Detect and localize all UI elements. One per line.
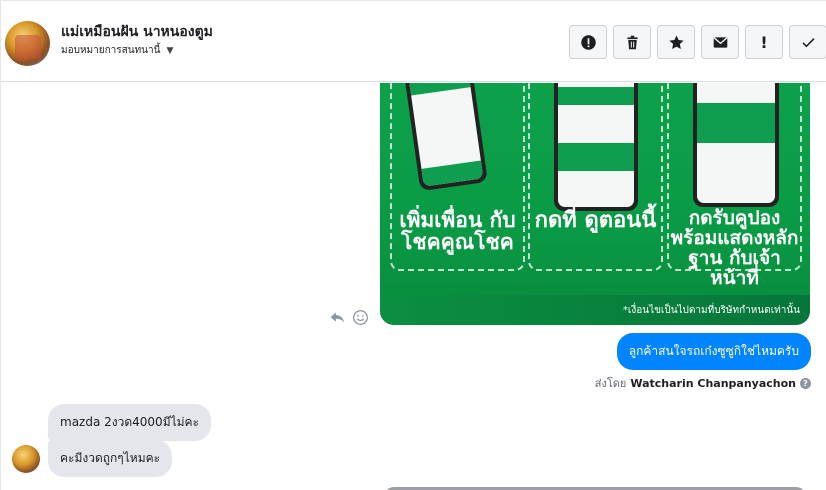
chevron-down-icon: ▼ (166, 45, 174, 56)
phone-illustration (404, 83, 488, 192)
mark-spam-button[interactable] (569, 25, 607, 59)
phone-illustration (554, 83, 638, 211)
delete-button[interactable] (613, 25, 651, 59)
incoming-message[interactable]: mazda 2งวด4000มีไม่คะ (48, 404, 212, 441)
promo-caption-2: กดที่ ดูตอนนี้ (534, 208, 657, 233)
help-icon[interactable]: ? (800, 377, 811, 389)
exclamation-icon: ! (760, 32, 768, 52)
contact-avatar[interactable] (5, 21, 50, 66)
trash-icon (626, 35, 638, 49)
message-thread[interactable]: เพิ่มเพื่อน กับโชคคูณโชค กดที่ ดูตอนนี้ … (1, 83, 826, 490)
sent-by-prefix: ส่งโดย (594, 377, 627, 390)
phone-illustration (693, 83, 779, 207)
alert-circle-icon (580, 34, 596, 50)
contact-name[interactable]: แม่เหมือนฝัน นาหนองตูม (61, 21, 213, 43)
mark-done-button[interactable] (789, 25, 826, 59)
promo-caption-1: เพิ่มเพื่อน กับโชคคูณโชค (399, 208, 516, 255)
star-button[interactable] (657, 25, 695, 59)
outgoing-message[interactable]: ลูกค้าสนใจรถเก๋งซูซูกิใช่ไหมครับ (616, 333, 811, 370)
header-actions: ! (569, 25, 826, 59)
assign-dropdown[interactable]: มอบหมายการสนทนานี้ ▼ (61, 43, 173, 58)
emoji-reaction-icon[interactable] (352, 309, 369, 326)
reply-icon[interactable] (329, 309, 346, 326)
envelope-icon (713, 36, 727, 48)
messenger-conversation-window: แม่เหมือนฝัน นาหนองตูม มอบหมายการสนทนานี… (0, 0, 826, 490)
promo-footnote: *เงื่อนไขเป็นไปตามที่บริษัทกำหนดเท่านั้น (622, 305, 800, 316)
promo-caption-3: กดรับคูปอง พร้อมแสดงหลักฐาน กับเจ้าหน้าท… (670, 207, 799, 289)
assign-label: มอบหมายการสนทนานี้ (61, 45, 161, 56)
promo-image-attachment[interactable]: เพิ่มเพื่อน กับโชคคูณโชค กดที่ ดูตอนนี้ … (380, 83, 810, 325)
promo-panel-3: กดรับคูปอง พร้อมแสดงหลักฐาน กับเจ้าหน้าท… (667, 83, 802, 288)
star-icon (668, 35, 684, 49)
promo-footer-band: *เงื่อนไขเป็นไปตามที่บริษัทกำหนดเท่านั้น (380, 295, 810, 325)
promo-panel-1: เพิ่มเพื่อน กับโชคคูณโชค (390, 83, 525, 271)
incoming-message[interactable]: คะมีงวดถูกๆไหมคะ (48, 440, 173, 477)
conversation-header: แม่เหมือนฝัน นาหนองตูม มอบหมายการสนทนานี… (1, 1, 826, 82)
promo-panel-2: กดที่ ดูตอนนี้ (528, 83, 663, 271)
sent-by-label: ส่งโดย Watcharin Chanpanyachon ? (595, 374, 811, 392)
message-tools (329, 309, 369, 326)
checkmark-icon (801, 37, 815, 47)
mark-unread-button[interactable] (701, 25, 739, 59)
follow-up-button[interactable]: ! (745, 25, 783, 59)
contact-avatar-small (12, 445, 40, 473)
sender-name: Watcharin Chanpanyachon (630, 376, 796, 390)
